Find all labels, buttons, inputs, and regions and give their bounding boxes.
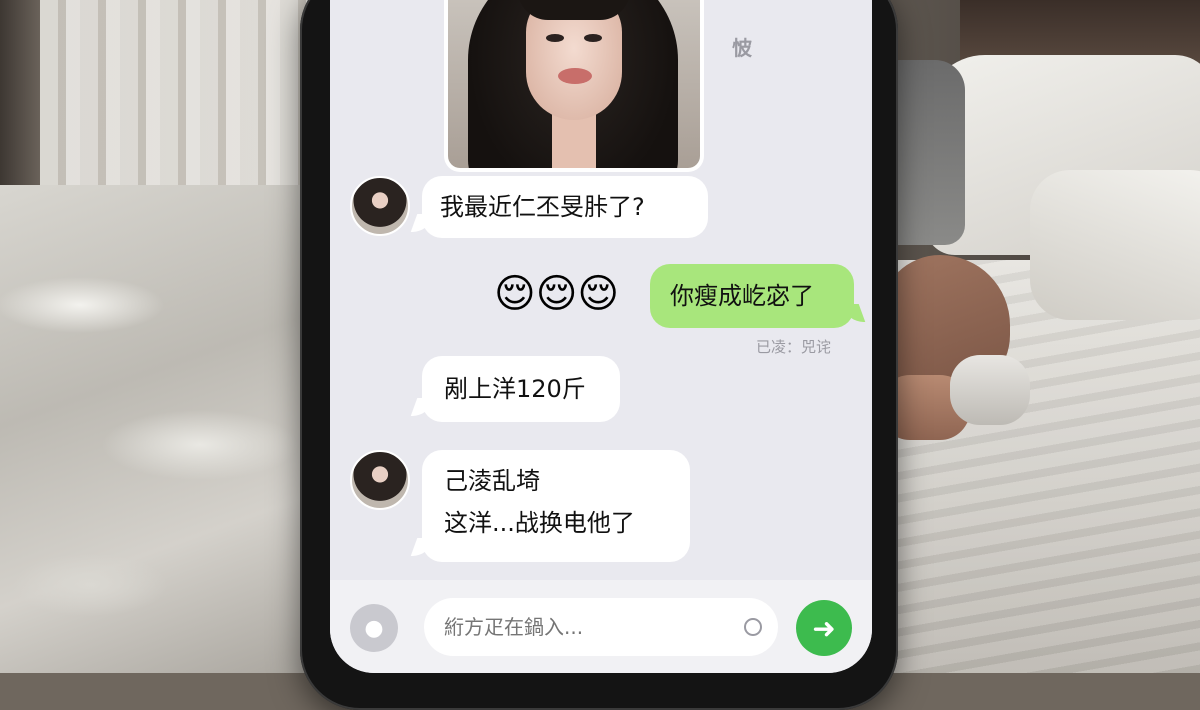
message-text-line: 己淩乱埼 bbox=[444, 467, 540, 495]
emoji-message[interactable]: 😌😌😌 bbox=[494, 270, 619, 318]
send-icon: ➜ bbox=[812, 611, 836, 645]
sock bbox=[950, 355, 1030, 425]
photo-image bbox=[448, 0, 700, 168]
photo-eye bbox=[584, 34, 602, 42]
read-status: 已凌：兕诧 bbox=[756, 338, 832, 356]
send-button[interactable]: ➜ bbox=[796, 600, 852, 656]
chat-screen[interactable]: 怶 我最近仁丕旻胩了? 😌😌😌 你瘦成屹宓了 已凌：兕诧 剐上洋120斤 己淩乱… bbox=[330, 0, 872, 673]
contact-avatar[interactable] bbox=[350, 450, 410, 510]
message-input[interactable] bbox=[424, 598, 778, 656]
photo-lips bbox=[558, 68, 592, 84]
window-curtain bbox=[0, 0, 320, 210]
photo-eye bbox=[546, 34, 564, 42]
contact-avatar[interactable] bbox=[350, 176, 410, 236]
message-text: 你瘦成屹宓了 bbox=[670, 282, 814, 310]
message-text: 剐上洋120斤 bbox=[444, 375, 586, 403]
received-message[interactable]: 我最近仁丕旻胩了? bbox=[422, 176, 708, 238]
emoji-icon[interactable] bbox=[744, 618, 762, 636]
photo-message[interactable] bbox=[444, 0, 704, 172]
message-input-bar: ● ➜ bbox=[330, 580, 872, 673]
message-text-line: 这洋...战换电他了 bbox=[444, 509, 635, 537]
received-message[interactable]: 己淩乱埼 这洋...战换电他了 bbox=[422, 450, 690, 562]
received-message[interactable]: 剐上洋120斤 bbox=[422, 356, 620, 422]
bed-sheets-left bbox=[0, 185, 320, 673]
pillow bbox=[1030, 170, 1200, 320]
mic-icon[interactable]: ● bbox=[350, 604, 398, 652]
watermark-text: 怶 bbox=[732, 36, 752, 60]
emoji-text: 😌😌😌 bbox=[494, 271, 620, 317]
message-text: 我最近仁丕旻胩了? bbox=[440, 193, 645, 221]
curtain-edge bbox=[0, 0, 40, 210]
sent-message[interactable]: 你瘦成屹宓了 bbox=[650, 264, 854, 328]
